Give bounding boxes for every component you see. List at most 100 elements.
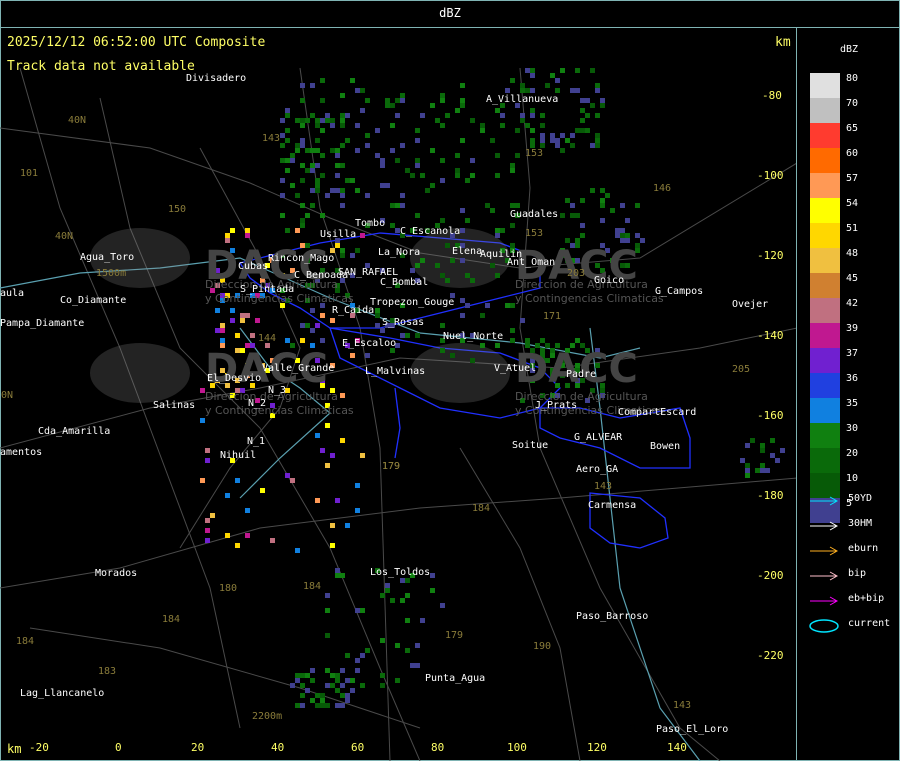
radar-echo-cell	[550, 138, 555, 143]
radar-echo-cell	[320, 703, 325, 708]
town-label[interactable]: Ovejer	[732, 299, 768, 310]
radar-echo-cell	[380, 183, 385, 188]
radar-echo-cell	[500, 113, 505, 118]
radar-echo-cell	[390, 223, 395, 228]
radar-echo-cell	[340, 573, 345, 578]
town-label[interactable]: Lag_Llancanelo	[20, 688, 104, 699]
track-arrow-icon	[810, 596, 839, 606]
town-label[interactable]: A_Villanueva	[486, 94, 558, 105]
town-label[interactable]: C_Bombal	[380, 277, 428, 288]
town-label[interactable]: Valle_Grande	[262, 363, 334, 374]
radar-echo-cell	[465, 218, 470, 223]
town-label[interactable]: Salinas	[153, 400, 195, 411]
radar-echo-cell	[355, 658, 360, 663]
town-label[interactable]: Rincon_Mago	[268, 253, 334, 264]
town-label[interactable]: Cubas	[238, 261, 268, 272]
radar-echo-cell	[315, 498, 320, 503]
radar-echo-cell	[415, 138, 420, 143]
town-label[interactable]: amentos	[0, 447, 42, 458]
radar-echo-cell	[320, 313, 325, 318]
town-label[interactable]: L_Malvinas	[365, 366, 425, 377]
y-tick: -140	[757, 329, 784, 342]
radar-echo-cell	[310, 83, 315, 88]
town-label[interactable]: Bowen	[650, 441, 680, 452]
town-label[interactable]: Tropezon_Gouge	[370, 297, 454, 308]
town-label[interactable]: G_Campos	[655, 286, 703, 297]
town-label[interactable]: C_Escanola	[400, 226, 460, 237]
town-label[interactable]: Carmensa	[588, 500, 636, 511]
radar-echo-cell	[330, 123, 335, 128]
town-label[interactable]: Goico	[594, 275, 624, 286]
radar-echo-cell	[450, 258, 455, 263]
radar-echo-cell	[465, 178, 470, 183]
town-label[interactable]: Morados	[95, 568, 137, 579]
town-label[interactable]: C_Benoada	[294, 270, 348, 281]
town-label[interactable]: Tombo	[355, 218, 385, 229]
town-label[interactable]: E_Escaloo	[342, 338, 396, 349]
radar-echo-cell	[570, 143, 575, 148]
radar-echo-cell	[610, 208, 615, 213]
radar-echo-cell	[500, 123, 505, 128]
radar-echo-cell	[355, 188, 360, 193]
radar-echo-cell	[335, 673, 340, 678]
radar-echo-cell	[620, 233, 625, 238]
town-label[interactable]: Co_Diamante	[60, 295, 126, 306]
radar-echo-cell	[315, 123, 320, 128]
radar-echo-cell	[395, 678, 400, 683]
legend-track-label: 50YD	[848, 493, 873, 504]
radar-echo-cell	[430, 573, 435, 578]
radar-echo-cell	[410, 268, 415, 273]
town-label[interactable]: V_Atuel	[494, 363, 536, 374]
road-label: 146	[653, 183, 672, 194]
radar-map[interactable]: DACC DACC DACC DACC Direccion de Agricul…	[0, 28, 797, 761]
town-label[interactable]: Divisadero	[186, 73, 246, 84]
radar-echo-cell	[310, 328, 315, 333]
town-label[interactable]: N_2	[248, 398, 266, 409]
town-label[interactable]: Agua_Toro	[80, 252, 134, 263]
town-label[interactable]: Elena	[452, 246, 482, 257]
radar-echo-cell	[495, 233, 500, 238]
legend-track-label: eb+bip	[848, 593, 885, 604]
radar-echo-cell	[325, 118, 330, 123]
radar-echo-cell	[430, 183, 435, 188]
radar-echo-cell	[365, 353, 370, 358]
radar-echo-cell	[525, 338, 530, 343]
town-label[interactable]: G_ALVEAR	[574, 432, 622, 443]
town-label[interactable]: N_1	[247, 436, 265, 447]
radar-echo-cell	[570, 88, 575, 93]
radar-echo-cell	[440, 273, 445, 278]
radar-echo-cell	[350, 688, 355, 693]
town-label[interactable]: Nihuil	[220, 450, 256, 461]
town-label[interactable]: Paso_El_Loro	[656, 724, 728, 735]
map-canvas[interactable]	[0, 28, 797, 761]
town-label[interactable]: La_Nora	[378, 247, 420, 258]
radar-echo-cell	[595, 113, 600, 118]
town-label[interactable]: Paso_Barroso	[576, 611, 648, 622]
radar-echo-cell	[215, 308, 220, 313]
town-label[interactable]: Ant_Oman	[507, 257, 555, 268]
radar-echo-cell	[415, 158, 420, 163]
town-label[interactable]: Nuel_Norte	[443, 331, 503, 342]
radar-echo-cell	[740, 458, 745, 463]
town-label[interactable]: Cda_Amarilla	[38, 426, 110, 437]
radar-echo-cell	[580, 108, 585, 113]
town-label[interactable]: Pampa_Diamante	[0, 318, 84, 329]
town-label[interactable]: Los_Toldos	[370, 567, 430, 578]
town-label[interactable]: R_Caida	[332, 305, 374, 316]
town-label[interactable]: Aero_GA	[576, 464, 618, 475]
town-label[interactable]: S_Rosas	[382, 317, 424, 328]
town-label[interactable]: S_Pintada	[240, 284, 294, 295]
town-label[interactable]: El_Desvio	[207, 373, 261, 384]
legend-track-label: 30HM	[848, 518, 873, 529]
town-label[interactable]: Guadales	[510, 209, 558, 220]
town-label[interactable]: Soitue	[512, 440, 548, 451]
town-label[interactable]: CompartEscard	[618, 407, 696, 418]
town-label[interactable]: N_3	[268, 385, 286, 396]
town-label[interactable]: Punta_Agua	[425, 673, 485, 684]
town-label[interactable]: J_Prats	[535, 400, 577, 411]
radar-echo-cell	[375, 308, 380, 313]
town-label[interactable]: Usilla	[320, 229, 356, 240]
town-label[interactable]: aula	[0, 288, 24, 299]
town-label[interactable]: Padre	[566, 369, 596, 380]
radar-echo-cell	[500, 228, 505, 233]
